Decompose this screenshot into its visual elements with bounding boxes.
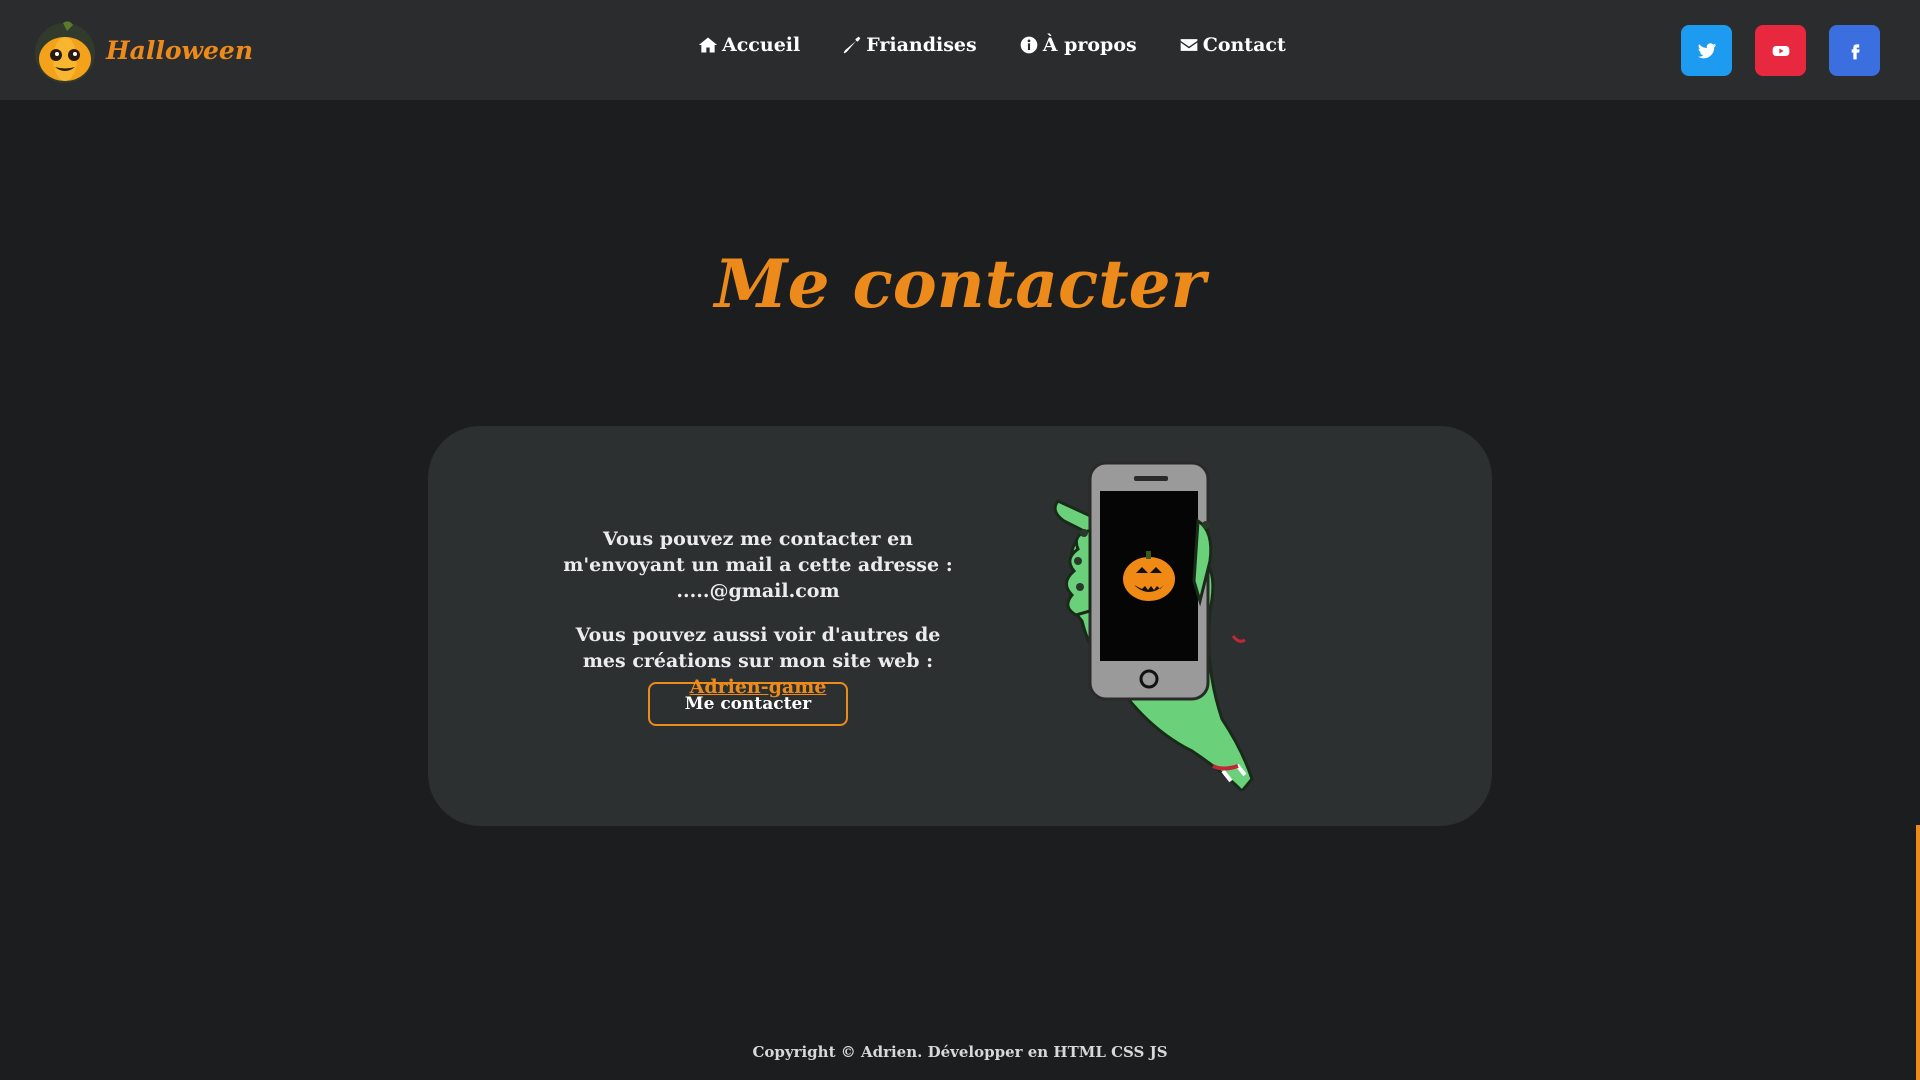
youtube-button[interactable]: [1755, 25, 1806, 76]
facebook-icon: [1851, 43, 1860, 59]
candy-icon: [843, 36, 861, 54]
facebook-button[interactable]: [1829, 25, 1880, 76]
website-paragraph-text: Vous pouvez aussi voir d'autres de mes c…: [575, 624, 941, 672]
main-nav: Accueil Friandises À propos Contact: [698, 34, 1286, 56]
contact-email-paragraph: Vous pouvez me contacter en m'envoyant u…: [563, 528, 953, 602]
footer-copyright: Copyright © Adrien. Développer en HTML C…: [752, 1043, 1168, 1061]
brand-name: Halloween: [106, 35, 253, 65]
youtube-icon: [1772, 45, 1789, 56]
nav-item-friandises[interactable]: Friandises: [842, 34, 977, 56]
pumpkin-logo-icon: [35, 21, 95, 83]
top-navbar: Halloween Accueil Friandises À propos Co…: [0, 0, 1920, 100]
scrollbar[interactable]: [1916, 825, 1920, 1080]
brand-link[interactable]: Halloween: [30, 12, 253, 88]
nav-item-contact[interactable]: Contact: [1179, 34, 1286, 56]
zombie-hand-phone-illustration: [1053, 461, 1254, 791]
envelope-icon: [1180, 39, 1198, 51]
nav-item-label: À propos: [1042, 34, 1137, 56]
contact-button[interactable]: Me contacter: [648, 682, 848, 726]
nav-item-label: Contact: [1202, 34, 1286, 56]
contact-card: Vous pouvez me contacter en m'envoyant u…: [428, 426, 1492, 826]
info-icon: [1020, 36, 1038, 54]
nav-item-label: Accueil: [722, 34, 801, 56]
twitter-button[interactable]: [1681, 25, 1732, 76]
nav-item-a-propos[interactable]: À propos: [1019, 34, 1137, 56]
social-links: [1681, 25, 1880, 76]
home-icon: [698, 37, 718, 53]
twitter-icon: [1697, 42, 1716, 58]
nav-item-accueil[interactable]: Accueil: [698, 34, 800, 56]
page-title: Me contacter: [714, 245, 1206, 323]
nav-item-label: Friandises: [866, 34, 977, 56]
